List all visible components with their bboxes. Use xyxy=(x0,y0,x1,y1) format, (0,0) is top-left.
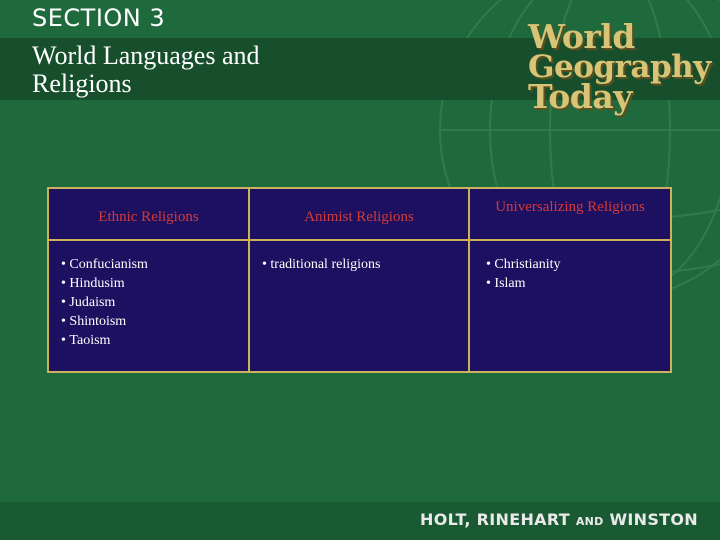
logo-line-3: Today xyxy=(528,77,632,116)
world-geography-today-logo: World Geography Today xyxy=(528,17,711,116)
list-item: Judaism xyxy=(61,293,248,312)
list-item: Hindusim xyxy=(61,274,248,293)
list-item: Christianity xyxy=(486,255,670,274)
universalizing-religions-column: Universalizing Religions Christianity Is… xyxy=(470,189,670,371)
slide-footer: HOLT, RINEHART AND WINSTON xyxy=(0,502,720,540)
publisher-logo: HOLT, RINEHART AND WINSTON xyxy=(420,510,698,529)
column-heading: Universalizing Religions xyxy=(470,189,670,241)
ethnic-religions-column: Ethnic Religions Confucianism Hindusim J… xyxy=(49,189,250,371)
column-heading: Animist Religions xyxy=(250,189,468,241)
column-heading: Ethnic Religions xyxy=(49,189,248,241)
list-item: Islam xyxy=(486,274,670,293)
publisher-name-part: WINSTON xyxy=(603,510,698,529)
religion-list: Christianity Islam xyxy=(470,241,670,293)
list-item: Confucianism xyxy=(61,255,248,274)
publisher-name-part: HOLT, RINEHART xyxy=(420,510,576,529)
animist-religions-column: Animist Religions traditional religions xyxy=(250,189,470,371)
list-item: Shintoism xyxy=(61,312,248,331)
religion-list: traditional religions xyxy=(250,241,468,274)
logo-line-1: World xyxy=(528,17,635,56)
list-item: Taoism xyxy=(61,331,248,350)
section-label: SECTION 3 xyxy=(32,4,166,32)
slide-title: World Languages and Religions xyxy=(32,41,260,98)
publisher-and: AND xyxy=(575,515,604,528)
list-item: traditional religions xyxy=(262,255,468,274)
religion-list: Confucianism Hindusim Judaism Shintoism … xyxy=(49,241,248,350)
religions-table: Ethnic Religions Confucianism Hindusim J… xyxy=(47,187,672,373)
